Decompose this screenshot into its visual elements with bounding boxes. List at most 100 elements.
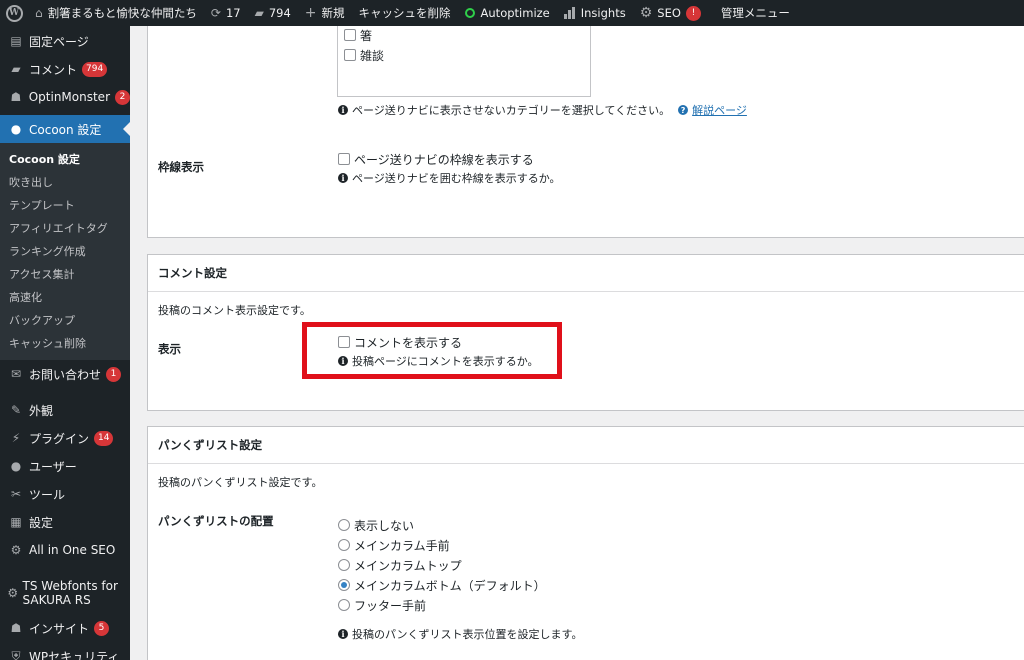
submenu-cocoon-settings[interactable]: Cocoon 設定: [0, 147, 130, 170]
pager-settings-box: 箸 雑談 i ページ送りナビに表示させないカテゴリーを選択してください。 ? 解…: [147, 26, 1024, 238]
monster-icon: ☗: [10, 90, 22, 104]
sidebar-item-contact[interactable]: ✉ お問い合わせ 1: [0, 360, 130, 388]
submenu-access-stats[interactable]: アクセス集計: [0, 262, 130, 285]
breadcrumb-settings-box: パンくずリスト設定 投稿のパンくずリスト設定です。 パンくずリストの配置 表示し…: [147, 426, 1024, 660]
home-icon: ⌂: [35, 6, 43, 20]
sidebar-item-aioseo[interactable]: ⚙ All in One SEO: [0, 536, 130, 564]
breadcrumb-option[interactable]: 表示しない: [338, 515, 582, 535]
sidebar-item-users[interactable]: ● ユーザー: [0, 452, 130, 480]
comments-badge: 794: [82, 61, 108, 77]
border-display-hint: i ページ送りナビを囲む枠線を表示するか。: [338, 169, 561, 187]
comment-settings-title: コメント設定: [148, 255, 1024, 292]
sidebar-item-optinmonster[interactable]: ☗ OptinMonster 2: [0, 83, 130, 111]
sidebar-item-cocoon[interactable]: ● Cocoon 設定: [0, 115, 130, 143]
submenu-affiliate-tag[interactable]: アフィリエイトタグ: [0, 216, 130, 239]
aioseo-gear-icon: ⚙: [10, 543, 22, 557]
sidebar-item-insight[interactable]: ☗ インサイト 5: [0, 614, 130, 642]
border-display-checkbox[interactable]: [338, 153, 350, 165]
updates-count: 17: [225, 6, 241, 20]
sidebar-item-tools[interactable]: ✂ ツール: [0, 480, 130, 508]
autoptimize-status-icon: [464, 8, 475, 18]
category-checkbox[interactable]: [344, 29, 356, 41]
cocoon-submenu: Cocoon 設定 吹き出し テンプレート アフィリエイトタグ ランキング作成 …: [0, 143, 130, 360]
plugin-icon: ⚡: [11, 431, 21, 445]
sidebar-item-pages[interactable]: ▤ 固定ページ: [0, 27, 130, 55]
border-display-option[interactable]: ページ送りナビの枠線を表示する: [338, 149, 561, 169]
breadcrumb-settings-desc: 投稿のパンくずリスト設定です。: [158, 476, 323, 489]
submenu-cache-clear[interactable]: キャッシュ削除: [0, 331, 130, 354]
insights-menu[interactable]: Insights: [557, 0, 633, 26]
mail-icon: ✉: [10, 367, 22, 381]
info-icon: i: [338, 173, 348, 183]
category-checkbox[interactable]: [344, 49, 356, 61]
comment-display-label: 表示: [158, 342, 181, 356]
category-checklist[interactable]: 箸 雑談: [337, 26, 591, 97]
gear-icon: ⚙: [639, 5, 653, 21]
page-icon: ▤: [10, 34, 22, 48]
submenu-ranking[interactable]: ランキング作成: [0, 239, 130, 262]
new-label: 新規: [321, 6, 345, 20]
breadcrumb-radio[interactable]: [338, 539, 350, 551]
breadcrumb-radio[interactable]: [338, 599, 350, 611]
contact-badge: 1: [106, 366, 122, 382]
paintbrush-icon: ✎: [10, 403, 22, 417]
site-name-menu[interactable]: ⌂ 割箸まるもと愉快な仲間たち: [28, 0, 204, 26]
submenu-speedup[interactable]: 高速化: [0, 285, 130, 308]
sidebar-item-plugins[interactable]: ⚡ プラグイン 14: [0, 424, 130, 452]
breadcrumb-option[interactable]: メインカラムトップ: [338, 555, 582, 575]
plugins-badge: 14: [94, 430, 114, 446]
autoptimize-menu[interactable]: Autoptimize: [458, 0, 557, 26]
updates-menu[interactable]: ⟳ 17: [204, 0, 248, 26]
category-item[interactable]: 箸: [344, 26, 590, 45]
optinmonster-badge: 2: [115, 89, 130, 105]
admin-bar: W ⌂ 割箸まるもと愉快な仲間たち ⟳ 17 ▰ 794 + 新規 キャッシュを…: [0, 0, 1024, 26]
settings-icon: ▦: [10, 515, 22, 529]
insight-badge: 5: [94, 620, 110, 636]
breadcrumb-position-hint: i 投稿のパンくずリスト表示位置を設定します。: [338, 625, 582, 643]
breadcrumb-radio-selected[interactable]: [338, 579, 350, 591]
sidebar-item-ts-webfonts[interactable]: ⚙ TS Webfonts for SAKURA RS: [0, 572, 130, 614]
wordpress-logo-icon: W: [5, 4, 23, 22]
help-icon: ?: [678, 105, 689, 115]
sidebar-item-settings[interactable]: ▦ 設定: [0, 508, 130, 536]
gear-icon: ⚙: [7, 586, 19, 600]
comments-count: 794: [268, 6, 291, 20]
comment-bubble-icon: ▰: [254, 6, 264, 20]
comments-menu[interactable]: ▰ 794: [248, 0, 298, 26]
submenu-backup[interactable]: バックアップ: [0, 308, 130, 331]
breadcrumb-position-field: 表示しない メインカラム手前 メインカラムトップ メインカラムボトム（デフォルト…: [338, 515, 582, 643]
shield-icon: ⛨: [11, 648, 21, 660]
new-content-menu[interactable]: + 新規: [298, 0, 352, 26]
seo-alert-badge: !: [685, 5, 701, 21]
sidebar-item-appearance[interactable]: ✎ 外観: [0, 396, 130, 424]
submenu-speech-balloon[interactable]: 吹き出し: [0, 170, 130, 193]
cocoon-icon: ●: [10, 122, 22, 136]
breadcrumb-option[interactable]: フッター手前: [338, 595, 582, 615]
comment-settings-box: コメント設定 投稿のコメント表示設定です。 表示 コメントを表示する i 投稿ペ…: [147, 254, 1024, 411]
submenu-template[interactable]: テンプレート: [0, 193, 130, 216]
admin-menu-link[interactable]: 管理メニュー: [714, 0, 797, 26]
breadcrumb-option[interactable]: メインカラム手前: [338, 535, 582, 555]
breadcrumb-radio[interactable]: [338, 559, 350, 571]
user-icon: ●: [10, 459, 22, 473]
cache-clear-menu[interactable]: キャッシュを削除: [352, 0, 458, 26]
category-exclude-hint: i ページ送りナビに表示させないカテゴリーを選択してください。 ? 解説ページ: [338, 101, 747, 119]
help-page-link[interactable]: 解説ページ: [692, 102, 747, 118]
seo-menu[interactable]: ⚙ SEO !: [633, 0, 708, 26]
main-content: 箸 雑談 i ページ送りナビに表示させないカテゴリーを選択してください。 ? 解…: [130, 26, 1024, 660]
highlight-frame: [302, 322, 562, 379]
insight-icon: ☗: [10, 621, 22, 635]
border-display-field: ページ送りナビの枠線を表示する i ページ送りナビを囲む枠線を表示するか。: [338, 149, 561, 187]
wrench-icon: ✂: [10, 487, 22, 501]
info-icon: i: [338, 629, 348, 639]
info-icon: i: [338, 105, 348, 115]
sidebar-item-wp-security[interactable]: ⛨ WPセキュリティ: [0, 642, 130, 660]
sidebar-item-comments[interactable]: ▰ コメント 794: [0, 55, 130, 83]
breadcrumb-radio[interactable]: [338, 519, 350, 531]
comment-bubble-icon: ▰: [11, 62, 21, 76]
breadcrumb-option[interactable]: メインカラムボトム（デフォルト）: [338, 575, 582, 595]
category-item[interactable]: 雑談: [344, 45, 590, 65]
admin-sidebar: ▤ 固定ページ ▰ コメント 794 ☗ OptinMonster 2 ● Co…: [0, 26, 130, 660]
breadcrumb-settings-title: パンくずリスト設定: [148, 427, 1024, 464]
wordpress-logo-menu[interactable]: W: [0, 0, 28, 26]
